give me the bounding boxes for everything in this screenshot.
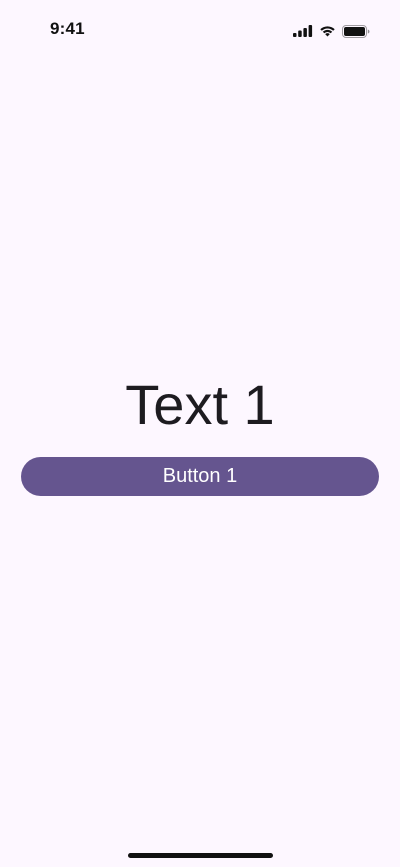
- home-indicator[interactable]: [128, 853, 273, 858]
- main-text: Text 1: [125, 373, 275, 436]
- battery-icon: [342, 24, 370, 38]
- wifi-icon: [320, 26, 335, 37]
- main-content: Text 1 Button 1: [0, 370, 400, 496]
- cellular-signal-icon: [293, 25, 313, 37]
- status-time: 9:41: [50, 19, 85, 38]
- status-bar: 9:41: [0, 0, 400, 60]
- status-icons: [293, 22, 370, 40]
- primary-button[interactable]: Button 1: [21, 457, 379, 496]
